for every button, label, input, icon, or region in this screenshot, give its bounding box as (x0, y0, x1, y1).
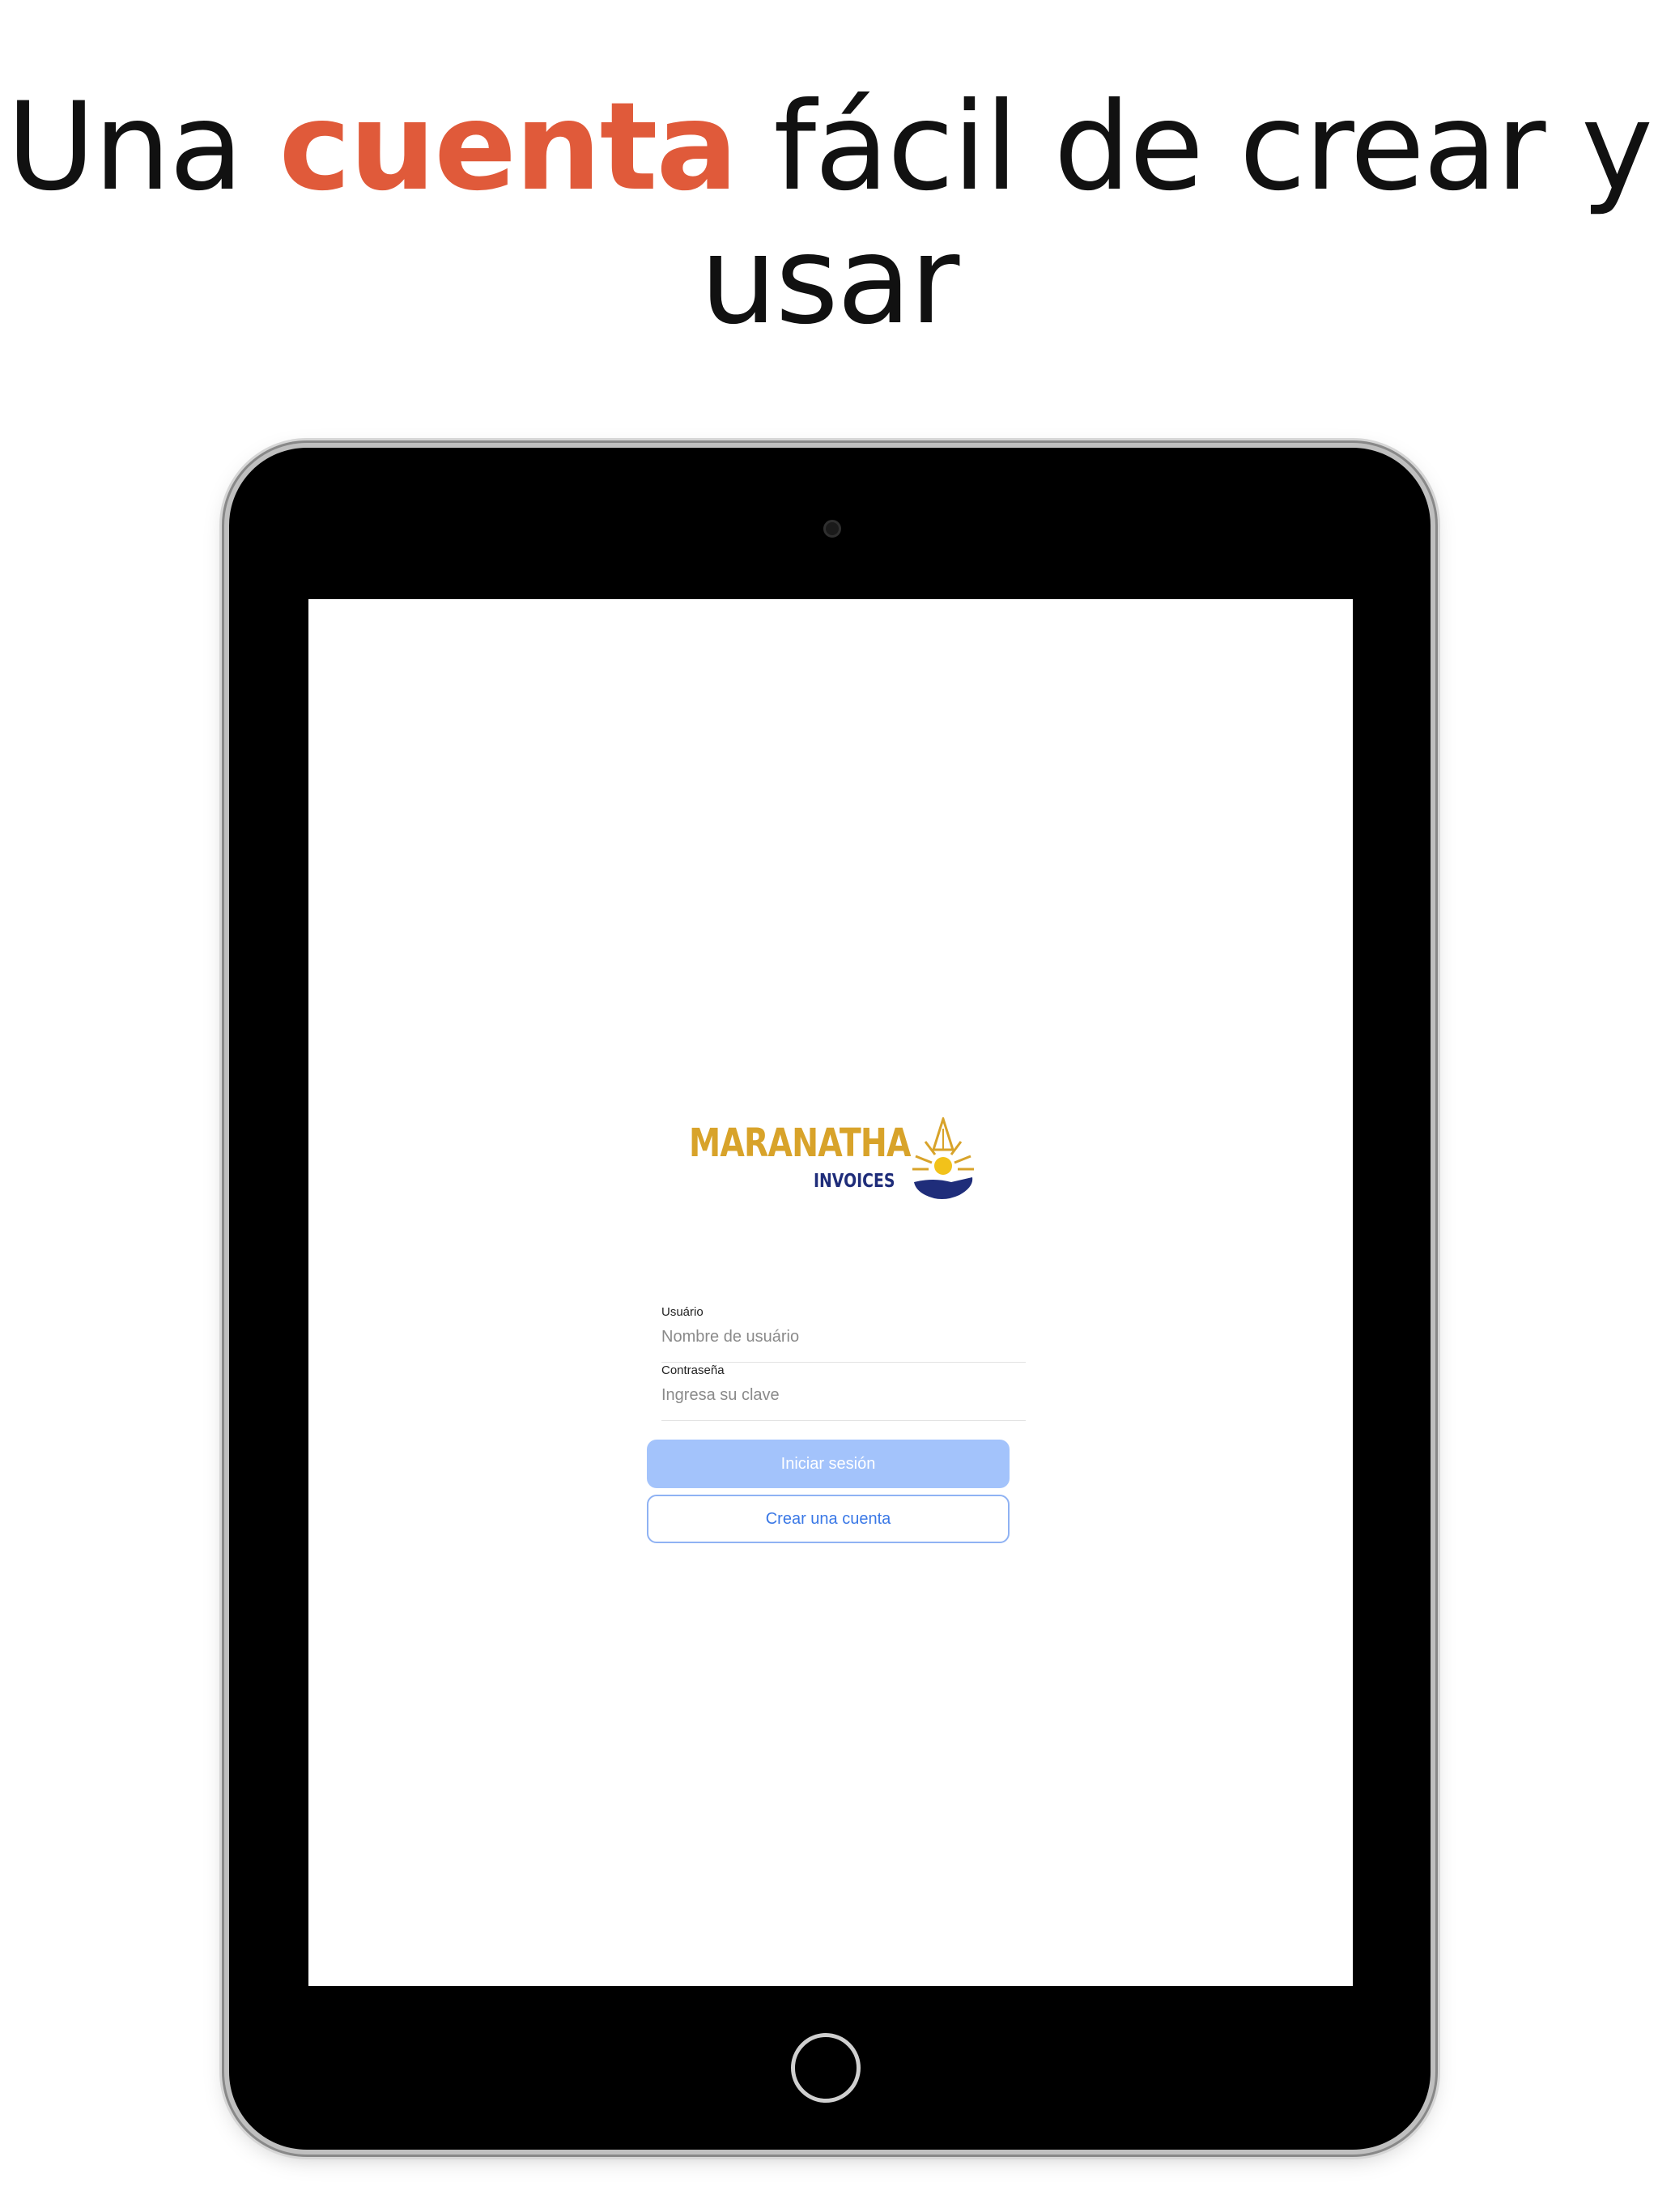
create-account-button-label: Crear una cuenta (765, 1509, 891, 1528)
create-account-button[interactable]: Crear una cuenta (647, 1495, 1010, 1543)
headline-part1: Una (6, 77, 279, 218)
tablet-frame: MARANATHA INVOICES Usuário Contraseña (229, 448, 1431, 2150)
password-input[interactable] (661, 1381, 1018, 1409)
camera-icon (823, 520, 841, 538)
username-field: Usuário (661, 1305, 1026, 1363)
app-logo: MARANATHA INVOICES (689, 1117, 980, 1206)
headline-accent: cuenta (278, 77, 738, 218)
password-label: Contraseña (661, 1363, 725, 1377)
logo-subtitle: INVOICES (814, 1171, 895, 1192)
app-screen: MARANATHA INVOICES Usuário Contraseña (308, 599, 1353, 1986)
login-button[interactable]: Iniciar sesión (647, 1440, 1010, 1488)
username-label: Usuário (661, 1305, 704, 1319)
username-input[interactable] (661, 1323, 1018, 1351)
headline: Una cuenta fácil de crear y usar (0, 81, 1658, 348)
login-button-label: Iniciar sesión (780, 1454, 876, 1473)
logo-title: MARANATHA (689, 1121, 911, 1166)
headline-part2: fácil de crear y usar (699, 77, 1653, 351)
password-field: Contraseña (661, 1363, 1026, 1421)
logo-sun-hand-icon (912, 1117, 974, 1199)
home-button[interactable] (791, 2033, 861, 2103)
